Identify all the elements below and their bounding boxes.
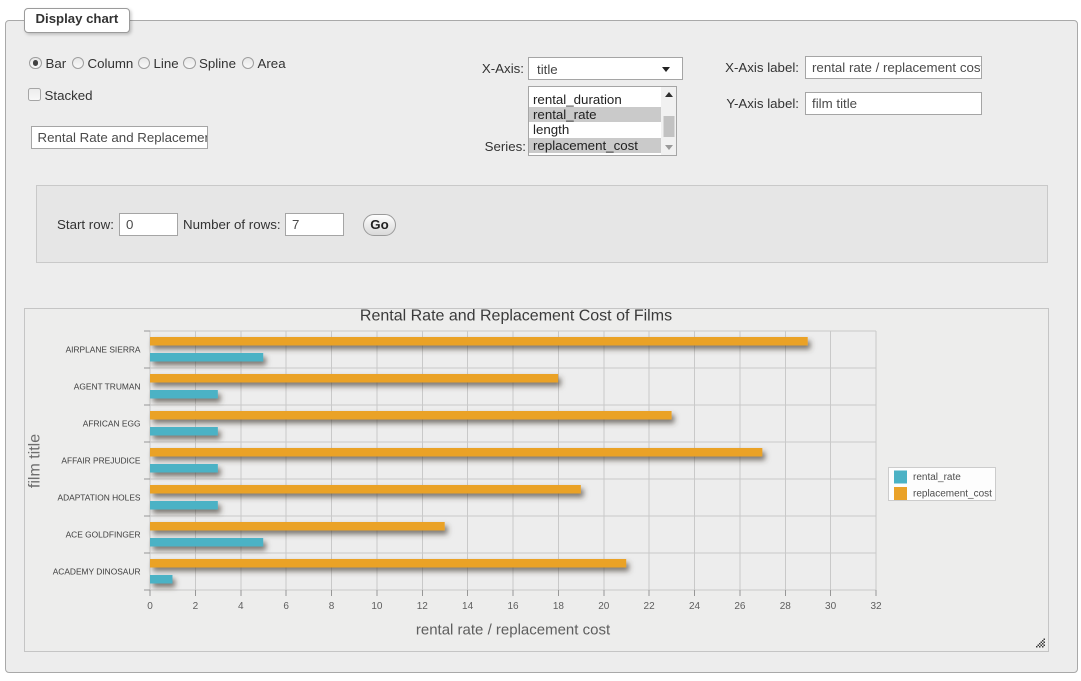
svg-text:ADAPTATION HOLES: ADAPTATION HOLES — [58, 493, 141, 503]
svg-text:ACADEMY DINOSAUR: ACADEMY DINOSAUR — [53, 567, 141, 577]
svg-text:26: 26 — [734, 601, 746, 612]
svg-text:AIRPLANE SIERRA: AIRPLANE SIERRA — [66, 345, 141, 355]
svg-text:16: 16 — [507, 601, 519, 612]
svg-text:rental rate / replacement cost: rental rate / replacement cost — [416, 622, 611, 639]
svg-text:AFRICAN EGG: AFRICAN EGG — [83, 419, 141, 429]
svg-text:32: 32 — [870, 601, 882, 612]
svg-text:AGENT TRUMAN: AGENT TRUMAN — [74, 382, 141, 392]
svg-text:8: 8 — [329, 601, 335, 612]
svg-text:2: 2 — [193, 601, 199, 612]
svg-text:14: 14 — [462, 601, 474, 612]
svg-text:6: 6 — [283, 601, 289, 612]
svg-text:replacement_cost: replacement_cost — [913, 489, 992, 500]
svg-text:0: 0 — [147, 601, 153, 612]
svg-text:10: 10 — [371, 601, 383, 612]
svg-text:22: 22 — [644, 601, 656, 612]
svg-text:12: 12 — [417, 601, 429, 612]
svg-text:4: 4 — [238, 601, 244, 612]
svg-text:18: 18 — [553, 601, 565, 612]
svg-text:20: 20 — [598, 601, 610, 612]
svg-text:ACE GOLDFINGER: ACE GOLDFINGER — [66, 530, 141, 540]
svg-text:AFFAIR PREJUDICE: AFFAIR PREJUDICE — [61, 456, 141, 466]
svg-text:rental_rate: rental_rate — [913, 472, 961, 483]
svg-text:film title: film title — [27, 434, 44, 488]
svg-text:30: 30 — [825, 601, 837, 612]
svg-text:24: 24 — [689, 601, 701, 612]
svg-text:28: 28 — [780, 601, 792, 612]
svg-text:Rental Rate and Replacement Co: Rental Rate and Replacement Cost of Film… — [360, 308, 672, 325]
